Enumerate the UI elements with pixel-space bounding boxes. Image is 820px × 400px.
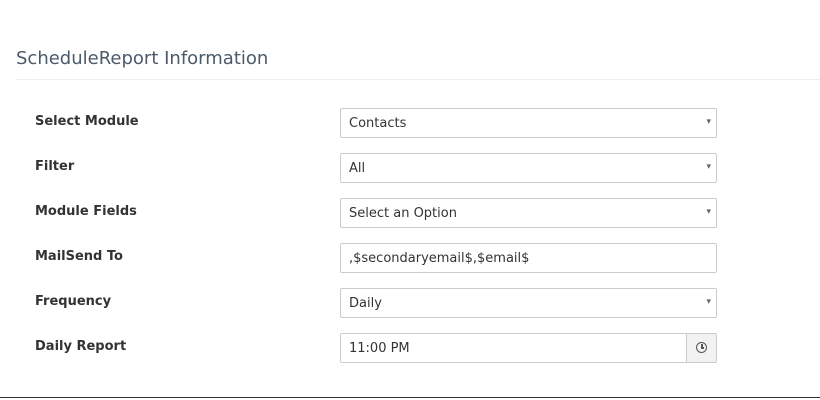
- module-fields-label: Module Fields: [35, 204, 137, 219]
- module-fields-value: Select an Option: [349, 206, 457, 221]
- select-module-dropdown[interactable]: Contacts ▾: [340, 108, 717, 138]
- time-picker-button[interactable]: [686, 334, 716, 362]
- clock-icon: [696, 342, 707, 353]
- caret-down-icon: ▾: [706, 297, 711, 307]
- caret-down-icon: ▾: [706, 162, 711, 172]
- section-title: ScheduleReport Information: [16, 48, 269, 69]
- frequency-row: Frequency Daily ▾: [0, 288, 820, 318]
- schedule-report-form: ScheduleReport Information Select Module…: [0, 0, 820, 400]
- daily-report-value: 11:00 PM: [349, 341, 410, 356]
- mail-send-to-label: MailSend To: [35, 249, 123, 264]
- title-divider: [16, 79, 820, 80]
- module-fields-row: Module Fields Select an Option ▾: [0, 198, 820, 228]
- select-module-label: Select Module: [35, 114, 139, 129]
- daily-report-label: Daily Report: [35, 339, 127, 354]
- select-module-row: Select Module Contacts ▾: [0, 108, 820, 138]
- mail-send-to-input[interactable]: ,$secondaryemail$,$email$: [340, 243, 717, 273]
- bottom-divider: [0, 397, 820, 398]
- frequency-dropdown[interactable]: Daily ▾: [340, 288, 717, 318]
- mail-send-to-value: ,$secondaryemail$,$email$: [349, 251, 530, 266]
- filter-label: Filter: [35, 159, 75, 174]
- frequency-value: Daily: [349, 296, 382, 311]
- daily-report-row: Daily Report 11:00 PM: [0, 333, 820, 363]
- filter-dropdown[interactable]: All ▾: [340, 153, 717, 183]
- caret-down-icon: ▾: [706, 117, 711, 127]
- filter-row: Filter All ▾: [0, 153, 820, 183]
- frequency-label: Frequency: [35, 294, 112, 309]
- daily-report-time-input[interactable]: 11:00 PM: [340, 333, 717, 363]
- module-fields-dropdown[interactable]: Select an Option ▾: [340, 198, 717, 228]
- caret-down-icon: ▾: [706, 207, 711, 217]
- filter-value: All: [349, 161, 366, 176]
- mail-send-to-row: MailSend To ,$secondaryemail$,$email$: [0, 243, 820, 273]
- select-module-value: Contacts: [349, 116, 407, 131]
